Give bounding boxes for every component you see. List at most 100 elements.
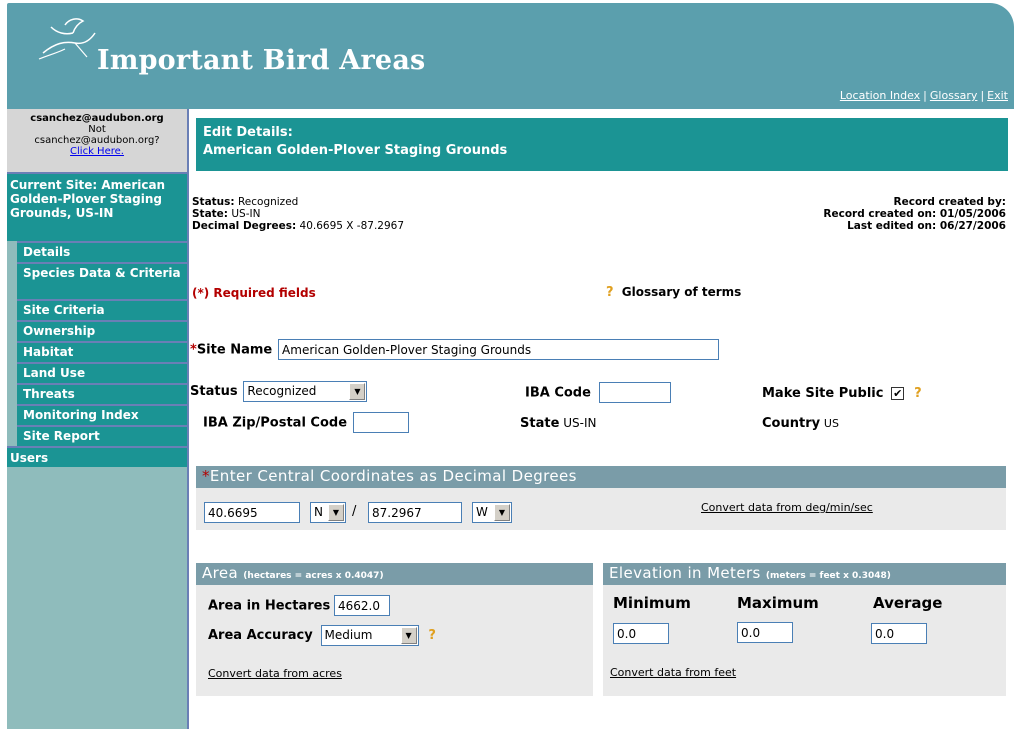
sidebar-item-species-data[interactable]: Species Data & Criteria bbox=[17, 262, 187, 299]
link-separator: | bbox=[923, 89, 927, 102]
location-index-link[interactable]: Location Index bbox=[840, 89, 920, 102]
sidebar-item-threats[interactable]: Threats bbox=[17, 383, 187, 404]
sidebar-item-details[interactable]: Details bbox=[17, 241, 187, 262]
elevation-header: Elevation in Meters (meters = feet x 0.3… bbox=[603, 563, 1006, 585]
sidebar-item-monitoring-index[interactable]: Monitoring Index bbox=[17, 404, 187, 425]
decimal-degrees-value: 40.6695 X -87.2967 bbox=[299, 220, 405, 232]
sidebar-item-site-report[interactable]: Site Report bbox=[17, 425, 187, 446]
minimum-input[interactable] bbox=[613, 623, 669, 644]
glossary-link[interactable]: Glossary bbox=[930, 89, 978, 102]
accuracy-select-value: Medium bbox=[324, 628, 373, 642]
site-name-input[interactable] bbox=[278, 339, 720, 360]
zip-label: IBA Zip/Postal Code bbox=[203, 415, 348, 431]
area-panel: Area (hectares = acres x 0.4047) Area in… bbox=[196, 563, 593, 696]
accuracy-label: Area Accuracy bbox=[208, 628, 313, 643]
area-title: Area bbox=[202, 564, 239, 582]
sidebar-item-users[interactable]: Users bbox=[7, 446, 187, 467]
not-text: Not bbox=[88, 124, 106, 135]
status-select-value: Recognized bbox=[247, 384, 317, 398]
current-site: Current Site: American Golden-Plover Sta… bbox=[7, 172, 187, 241]
glossary-of-terms[interactable]: ? Glossary of terms bbox=[606, 285, 741, 300]
status-row: Status Recognized ▼ bbox=[190, 381, 368, 402]
latitude-direction-select[interactable]: N ▼ bbox=[310, 502, 346, 523]
user-email: csanchez@audubon.org bbox=[30, 113, 164, 124]
edit-banner-site: American Golden-Plover Staging Grounds bbox=[203, 143, 508, 158]
record-created-on: 01/05/2006 bbox=[939, 208, 1006, 220]
required-note: (*) Required fields bbox=[192, 286, 316, 300]
country-row: Country US bbox=[762, 416, 839, 431]
site-title: Important Bird Areas bbox=[97, 45, 426, 76]
dropdown-arrow-icon: ▼ bbox=[328, 504, 344, 521]
hectares-label: Area in Hectares bbox=[208, 598, 331, 614]
maximum-label: Maximum bbox=[737, 594, 819, 612]
dropdown-arrow-icon: ▼ bbox=[400, 627, 417, 644]
user-box: csanchez@audubon.org Not csanchez@audubo… bbox=[7, 109, 187, 172]
record-created-by: Record created by: bbox=[893, 196, 1006, 208]
iba-code-input[interactable] bbox=[598, 382, 671, 403]
edit-banner-label: Edit Details: bbox=[203, 125, 293, 140]
sidebar: csanchez@audubon.org Not csanchez@audubo… bbox=[7, 109, 189, 729]
maximum-input[interactable] bbox=[737, 622, 793, 643]
not-email: csanchez@audubon.org? bbox=[34, 135, 160, 146]
average-input[interactable] bbox=[871, 623, 927, 644]
iba-code-row: IBA Code bbox=[525, 382, 671, 403]
status-select[interactable]: Recognized ▼ bbox=[243, 381, 368, 402]
convert-feet-link[interactable]: Convert data from feet bbox=[610, 666, 736, 679]
longitude-direction-value: W bbox=[476, 505, 488, 519]
sidebar-item-land-use[interactable]: Land Use bbox=[17, 362, 187, 383]
zip-input[interactable] bbox=[352, 412, 409, 433]
convert-acres-link[interactable]: Convert data from acres bbox=[208, 667, 342, 680]
glossary-terms-label[interactable]: Glossary of terms bbox=[622, 285, 742, 299]
click-here-link[interactable]: Click Here. bbox=[70, 146, 124, 157]
state-field-label: State bbox=[520, 416, 560, 431]
state-row: State US-IN bbox=[520, 416, 596, 431]
longitude-direction-select[interactable]: W ▼ bbox=[472, 502, 512, 523]
last-edited-on: 06/27/2006 bbox=[939, 220, 1006, 232]
top-links: Location Index | Glossary | Exit bbox=[840, 89, 1008, 102]
sidebar-item-ownership[interactable]: Ownership bbox=[17, 320, 187, 341]
status-value: Recognized bbox=[237, 196, 299, 208]
main-content: Edit Details: American Golden-Plover Sta… bbox=[190, 118, 1008, 718]
make-public-checkbox[interactable]: ✔ bbox=[891, 387, 905, 400]
coordinates-panel: *Enter Central Coordinates as Decimal De… bbox=[196, 466, 1006, 530]
site-name-row: *Site Name bbox=[190, 339, 720, 360]
dropdown-arrow-icon: ▼ bbox=[494, 504, 510, 521]
last-edited-label: Last edited on: bbox=[847, 220, 937, 232]
help-icon[interactable]: ? bbox=[606, 285, 614, 300]
dropdown-arrow-icon: ▼ bbox=[349, 383, 366, 400]
bird-logo-icon bbox=[38, 18, 96, 60]
area-note: (hectares = acres x 0.4047) bbox=[243, 571, 384, 581]
help-icon[interactable]: ? bbox=[914, 386, 922, 401]
header-banner: Important Bird Areas Location Index | Glos… bbox=[7, 3, 1014, 109]
accuracy-select[interactable]: Medium ▼ bbox=[320, 625, 419, 646]
state-field-value: US-IN bbox=[563, 416, 597, 430]
minimum-label: Minimum bbox=[613, 594, 691, 612]
latitude-input[interactable] bbox=[204, 502, 300, 523]
accuracy-row: Area Accuracy Medium ▼ ? bbox=[208, 625, 436, 646]
elevation-title: Elevation in Meters bbox=[609, 564, 761, 582]
sidebar-item-site-criteria[interactable]: Site Criteria bbox=[17, 299, 187, 320]
status-label: Status: bbox=[192, 196, 235, 208]
elevation-panel: Elevation in Meters (meters = feet x 0.3… bbox=[603, 563, 1006, 696]
average-label: Average bbox=[873, 594, 943, 612]
required-star: * bbox=[202, 467, 210, 485]
make-public-row: Make Site Public ✔ ? bbox=[762, 386, 922, 401]
record-block: Record created by: Record created on: 01… bbox=[823, 196, 1006, 232]
coordinates-header: *Enter Central Coordinates as Decimal De… bbox=[196, 466, 1006, 488]
help-icon[interactable]: ? bbox=[428, 628, 436, 643]
edit-banner: Edit Details: American Golden-Plover Sta… bbox=[196, 118, 1008, 171]
longitude-input[interactable] bbox=[368, 502, 462, 523]
coordinates-title: Enter Central Coordinates as Decimal Deg… bbox=[209, 467, 577, 485]
sidebar-item-habitat[interactable]: Habitat bbox=[17, 341, 187, 362]
site-name-label: Site Name bbox=[196, 342, 273, 358]
hectares-input[interactable] bbox=[334, 595, 391, 616]
link-separator: | bbox=[980, 89, 985, 102]
coordinate-separator: / bbox=[352, 504, 357, 519]
state-label: State: bbox=[192, 208, 229, 220]
decimal-degrees-label: Decimal Degrees: bbox=[192, 220, 297, 232]
convert-deg-min-sec-link[interactable]: Convert data from deg/min/sec bbox=[701, 501, 873, 514]
status-block: Status: Recognized State: US-IN Decimal … bbox=[192, 196, 404, 232]
iba-code-label: IBA Code bbox=[525, 385, 591, 401]
exit-link[interactable]: Exit bbox=[987, 89, 1008, 102]
hectares-row: Area in Hectares bbox=[208, 595, 391, 616]
